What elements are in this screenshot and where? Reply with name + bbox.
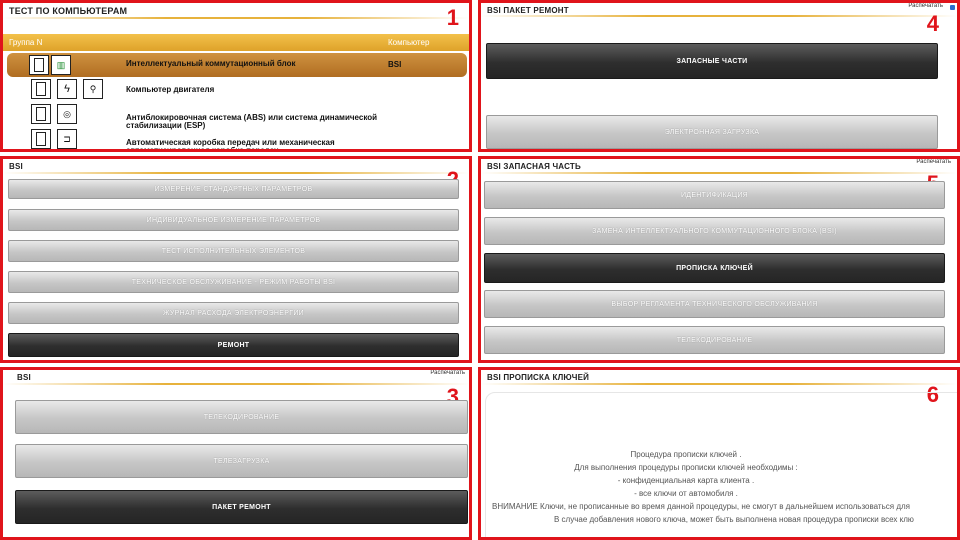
spare-parts-button[interactable]: ЗАПАСНЫЕ ЧАСТИ <box>486 43 938 79</box>
instruction-line: - все ключи от автомобиля . <box>634 489 738 498</box>
computer-name: Интеллектуальный коммутационный блок <box>126 59 296 68</box>
bsi-board-icon: ▥ <box>51 55 71 75</box>
identification-button[interactable]: ИДЕНТИФИКАЦИЯ <box>484 181 945 209</box>
replace-bsi-button[interactable]: ЗАМЕНА ИНТЕЛЛЕКТУАЛЬНОГО КОММУТАЦИОННОГО… <box>484 217 945 245</box>
telecoding-button[interactable]: ТЕЛЕКОДИРОВАНИЕ <box>15 400 468 434</box>
table-header: Группа N Компьютер <box>3 34 469 51</box>
panel-bsi-menu: BSI 2 ИЗМЕРЕНИЕ СТАНДАРТНЫХ ПАРАМЕТРОВ И… <box>0 156 472 363</box>
abs-icon: ◎ <box>57 104 77 124</box>
chip-icon <box>31 129 51 149</box>
instruction-line: Для выполнения процедуры прописки ключей… <box>574 463 798 472</box>
panel-computer-test: ТЕСТ ПО КОМПЬЮТЕРАМ 1 Группа N Компьютер… <box>0 0 472 152</box>
panel-title: BSI <box>9 162 23 171</box>
instruction-line: В случае добавления нового ключа, может … <box>554 515 914 524</box>
injector-icon: ⚲ <box>83 79 103 99</box>
step-number: 4 <box>926 11 939 36</box>
panel-repair-package: BSI ПАКЕТ РЕМОНТ Распечатать 4 ЗАПАСНЫЕ … <box>478 0 960 152</box>
print-link[interactable]: Распечатать <box>430 370 465 376</box>
print-link[interactable]: Распечатать <box>916 159 951 165</box>
title-divider <box>481 172 957 174</box>
title-divider <box>3 172 469 174</box>
instruction-line: ВНИМАНИЕ Ключи, не прописанные во время … <box>492 502 910 511</box>
repair-package-button[interactable]: ПАКЕТ РЕМОНТ <box>15 490 468 524</box>
table-row[interactable]: ϟ ⚲ Компьютер двигателя <box>3 79 469 101</box>
title-divider <box>3 17 469 19</box>
actuator-test-button[interactable]: ТЕСТ ИСПОЛНИТЕЛЬНЫХ ЭЛЕМЕНТОВ <box>8 240 459 262</box>
print-link[interactable]: Распечатать <box>908 3 943 9</box>
panel-key-programming: BSI ПРОПИСКА КЛЮЧЕЙ 6 Процедура прописки… <box>478 367 960 540</box>
instruction-line: Процедура прописки ключей . <box>630 450 742 459</box>
panel-title: BSI ПРОПИСКА КЛЮЧЕЙ <box>487 373 590 382</box>
page-title: ТЕСТ ПО КОМПЬЮТЕРАМ <box>9 6 128 16</box>
print-icon[interactable] <box>950 5 955 10</box>
instructions-text: Процедура прописки ключей . Для выполнен… <box>485 392 957 537</box>
electronic-download-button[interactable]: ЭЛЕКТРОННАЯ ЗАГРУЗКА <box>486 115 938 149</box>
title-divider <box>481 15 957 17</box>
table-row[interactable]: ◎ Антиблокировочная система (ABS) или си… <box>3 104 469 130</box>
maintenance-schedule-button[interactable]: ВЫБОР РЕГЛАМЕНТА ТЕХНИЧЕСКОГО ОБСЛУЖИВАН… <box>484 290 945 318</box>
standard-parameters-button[interactable]: ИЗМЕРЕНИЕ СТАНДАРТНЫХ ПАРАМЕТРОВ <box>8 179 459 199</box>
computer-name: Автоматическая коробка передач или механ… <box>126 138 335 152</box>
teleloading-button[interactable]: ТЕЛЕЗАГРУЗКА <box>15 444 468 478</box>
chip-icon <box>29 55 49 75</box>
telecoding-button[interactable]: ТЕЛЕКОДИРОВАНИЕ <box>484 326 945 354</box>
chip-icon <box>31 79 51 99</box>
power-log-button[interactable]: ЖУРНАЛ РАСХОДА ЭЛЕКТРОЭНЕРГИИ <box>8 302 459 324</box>
individual-parameters-button[interactable]: ИНДИВИДУАЛЬНОЕ ИЗМЕРЕНИЕ ПАРАМЕТРОВ <box>8 209 459 231</box>
chip-icon <box>31 104 51 124</box>
spark-icon: ϟ <box>57 79 77 99</box>
panel-spare-part: BSI ЗАПАСНАЯ ЧАСТЬ Распечатать 5 ИДЕНТИФ… <box>478 156 960 363</box>
panel-title: BSI <box>17 373 31 382</box>
repair-button[interactable]: РЕМОНТ <box>8 333 459 357</box>
panel-title: BSI ПАКЕТ РЕМОНТ <box>487 6 569 15</box>
table-row[interactable]: ▥ Интеллектуальный коммутационный блок B… <box>7 53 467 77</box>
panel-bsi-repair: BSI Распечатать 3 ТЕЛЕКОДИРОВАНИЕ ТЕЛЕЗА… <box>0 367 472 540</box>
key-programming-button[interactable]: ПРОПИСКА КЛЮЧЕЙ <box>484 253 945 283</box>
gearbox-icon: ⊐ <box>57 129 77 149</box>
computer-code: BSI <box>388 60 402 69</box>
title-divider <box>481 383 957 385</box>
step-number: 1 <box>446 5 459 30</box>
table-row[interactable]: ⊐ Автоматическая коробка передач или мех… <box>3 129 469 152</box>
column-header-computer: Компьютер <box>388 38 430 47</box>
title-divider <box>3 383 469 385</box>
maintenance-mode-button[interactable]: ТЕХНИЧЕСКОЕ ОБСЛУЖИВАНИЕ - РЕЖИМ РАБОТЫ … <box>8 271 459 293</box>
column-header-group: Группа N <box>9 38 43 47</box>
panel-title: BSI ЗАПАСНАЯ ЧАСТЬ <box>487 162 581 171</box>
instruction-line: - конфиденциальная карта клиента . <box>617 476 755 485</box>
computer-name: Компьютер двигателя <box>126 85 215 94</box>
